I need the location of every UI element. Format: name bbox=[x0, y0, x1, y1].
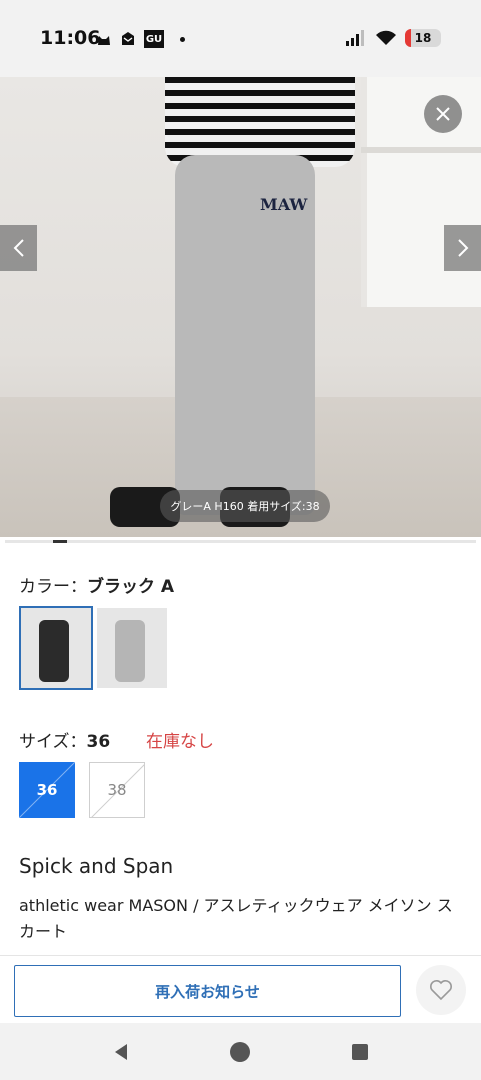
product-name: athletic wear MASON / アスレティックウェア メイソン スカ… bbox=[19, 896, 453, 941]
close-icon bbox=[436, 107, 450, 121]
image-indicator-thumb bbox=[53, 540, 67, 543]
selected-size: 36 bbox=[86, 732, 111, 752]
size-option-36[interactable]: 36 bbox=[19, 762, 75, 818]
notification-icons: GU bbox=[96, 30, 185, 48]
chevron-left-icon bbox=[13, 239, 24, 257]
status-bar: 11:06 GU 18 bbox=[0, 0, 481, 77]
window-frame bbox=[361, 147, 481, 153]
selected-color: ブラック A bbox=[87, 577, 175, 597]
bottom-action-bar: 再入荷お知らせ bbox=[0, 955, 481, 1023]
color-label-prefix: カラー： bbox=[19, 577, 87, 597]
striped-top bbox=[165, 77, 355, 167]
back-icon bbox=[115, 1044, 127, 1060]
size-option-label: 36 bbox=[36, 781, 58, 799]
system-nav-bar bbox=[0, 1023, 481, 1080]
wifi-icon bbox=[376, 30, 396, 45]
restock-notify-button[interactable]: 再入荷お知らせ bbox=[14, 965, 401, 1017]
color-swatch-black[interactable] bbox=[19, 606, 93, 690]
gu-icon: GU bbox=[144, 30, 164, 48]
mail-icon bbox=[122, 32, 134, 45]
stock-status: 在庫なし bbox=[146, 732, 214, 752]
color-swatch-gray[interactable] bbox=[97, 608, 167, 688]
swatch-image bbox=[39, 620, 69, 682]
skirt-logo: MAW bbox=[260, 195, 308, 214]
recents-icon bbox=[352, 1044, 368, 1060]
more-notifications-dot bbox=[180, 36, 185, 42]
recents-button[interactable] bbox=[349, 1041, 371, 1063]
system-icons: 18 bbox=[345, 29, 441, 47]
image-indicator bbox=[5, 540, 476, 543]
size-label-prefix: サイズ： bbox=[19, 732, 87, 752]
status-time: 11:06 bbox=[40, 27, 101, 49]
window-background bbox=[361, 77, 481, 307]
battery-level: 18 bbox=[414, 31, 432, 45]
favorite-button[interactable] bbox=[416, 965, 466, 1015]
next-image-button[interactable] bbox=[444, 225, 481, 271]
size-label: サイズ：36 bbox=[19, 727, 110, 752]
close-button[interactable] bbox=[424, 95, 462, 133]
swatch-image bbox=[115, 620, 145, 682]
back-button[interactable] bbox=[110, 1041, 132, 1063]
size-option-label: 38 bbox=[107, 781, 127, 799]
image-caption: グレーA H160 着用サイズ:38 bbox=[160, 490, 330, 522]
brand-name[interactable]: Spick and Span bbox=[19, 854, 173, 878]
prev-image-button[interactable] bbox=[0, 225, 37, 271]
chevron-right-icon bbox=[457, 239, 468, 257]
home-icon bbox=[230, 1042, 250, 1062]
cat-icon bbox=[98, 36, 110, 45]
battery-icon: 18 bbox=[405, 29, 441, 47]
heart-icon bbox=[430, 980, 452, 1001]
home-button[interactable] bbox=[229, 1041, 251, 1063]
product-image[interactable]: MAW グレーA H160 着用サイズ:38 bbox=[0, 77, 481, 537]
color-label: カラー：ブラック A bbox=[19, 572, 174, 597]
signal-icon bbox=[346, 30, 364, 46]
size-option-38[interactable]: 38 bbox=[89, 762, 145, 818]
